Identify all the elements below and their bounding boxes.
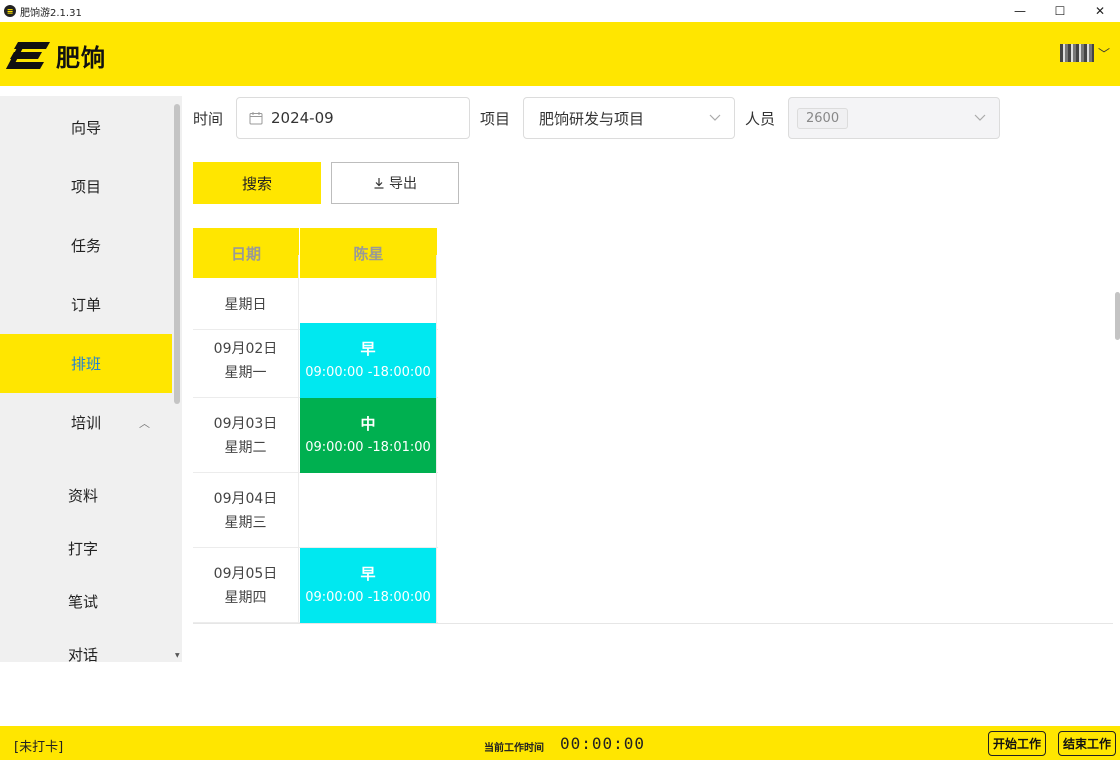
- user-menu[interactable]: ﹀: [1059, 44, 1110, 62]
- sidebar-item-label: 笔试: [67, 593, 98, 611]
- minimize-icon[interactable]: —: [1000, 0, 1040, 22]
- brand-name: 肥饷: [56, 44, 106, 72]
- shift-name: 中: [360, 414, 376, 433]
- export-button[interactable]: 导出: [331, 162, 459, 204]
- sidebar-subitem-materials[interactable]: 资料: [0, 469, 166, 522]
- calendar-icon: [249, 112, 263, 125]
- chevron-down-icon: ﹀: [1097, 46, 1110, 61]
- export-button-label: 导出: [389, 175, 417, 191]
- weekday-text: 星期二: [224, 439, 267, 456]
- table-row: 09月05日 星期四 早 09:00:00 -18:00:00: [193, 548, 438, 623]
- date-text: 09月02日: [213, 340, 278, 357]
- window-titlebar: ≡ 肥饷游2.1.31 — ☐ ✕: [0, 0, 1120, 22]
- table-row: 09月04日 星期三: [193, 473, 438, 548]
- window-controls: — ☐ ✕: [1000, 0, 1120, 22]
- month-picker[interactable]: 2024-09: [236, 97, 470, 139]
- sidebar-item-label: 打字: [67, 540, 98, 558]
- sidebar-item-schedule[interactable]: 排班: [0, 334, 172, 393]
- maximize-icon[interactable]: ☐: [1040, 0, 1080, 22]
- date-cell: 09月05日 星期四: [193, 548, 299, 623]
- date-cell: 09月03日 星期二: [193, 398, 299, 473]
- app-logo-icon: ≡: [4, 5, 16, 17]
- shift-time: 09:00:00 -18:00:00: [305, 589, 431, 605]
- sidebar-item-label: 项目: [70, 178, 101, 196]
- sidebar-subitem-typing[interactable]: 打字: [0, 522, 166, 575]
- weekday-text: 星期四: [224, 589, 267, 606]
- shift-time: 09:00:00 -18:00:00: [305, 364, 431, 380]
- table-row: 09月03日 星期二 中 09:00:00 -18:01:00: [193, 398, 438, 473]
- table-row: 星期日: [193, 255, 438, 330]
- sidebar-item-order[interactable]: 订单: [0, 275, 172, 334]
- sidebar-item-task[interactable]: 任务: [0, 216, 172, 275]
- weekday-text: 星期日: [224, 297, 267, 313]
- brand-logo-icon: [6, 41, 50, 69]
- sidebar-item-project[interactable]: 项目: [0, 157, 172, 216]
- sidebar-item-label: 培训: [70, 414, 101, 432]
- date-text: 09月05日: [213, 565, 278, 582]
- chevron-down-icon: [974, 114, 986, 121]
- person-tag: 2600: [797, 107, 849, 129]
- sidebar-item-label: 对话: [67, 646, 98, 662]
- main-scrollbar[interactable]: [1115, 280, 1120, 625]
- date-text: 09月03日: [213, 415, 278, 432]
- scrollbar-thumb[interactable]: [1115, 292, 1120, 340]
- person-select[interactable]: 2600: [788, 97, 1000, 139]
- shift-cell[interactable]: [300, 473, 437, 548]
- sidebar-item-training[interactable]: 培训 ︿: [0, 393, 172, 452]
- status-footer: [未打卡] 当前工作时间 00:00:00 开始工作 结束工作: [0, 726, 1120, 760]
- shift-cell[interactable]: 中 09:00:00 -18:01:00: [300, 398, 437, 473]
- project-select-value: 肥饷研发与项目: [539, 109, 645, 128]
- punch-status: [未打卡]: [14, 740, 64, 755]
- date-cell: 星期日: [193, 255, 299, 330]
- chevron-down-icon: [709, 114, 721, 121]
- sidebar-subitem-written-test[interactable]: 笔试: [0, 575, 166, 628]
- chevron-up-icon: ︿: [139, 416, 150, 430]
- current-work-time: 00:00:00: [560, 734, 646, 753]
- table-row: 09月02日 星期一 早 09:00:00 -18:00:00: [193, 323, 438, 398]
- sidebar-item-label: 订单: [70, 296, 101, 314]
- date-cell: 09月02日 星期一: [193, 323, 299, 398]
- window-title: 肥饷游2.1.31: [20, 7, 82, 19]
- close-icon[interactable]: ✕: [1080, 0, 1120, 22]
- date-text: 09月04日: [213, 490, 278, 507]
- sidebar-item-label: 任务: [70, 237, 101, 255]
- avatar: [1059, 44, 1094, 62]
- download-icon: [374, 178, 384, 189]
- shift-cell[interactable]: 早 09:00:00 -18:00:00: [300, 548, 437, 623]
- project-select[interactable]: 肥饷研发与项目: [523, 97, 735, 139]
- weekday-text: 星期三: [224, 514, 267, 531]
- month-picker-value: 2024-09: [271, 109, 334, 127]
- sidebar-item-label: 资料: [67, 487, 98, 505]
- shift-name: 早: [360, 339, 376, 358]
- search-button[interactable]: 搜索: [193, 162, 321, 204]
- sidebar-item-label: 排班: [70, 355, 101, 373]
- current-work-time-label: 当前工作时间: [484, 743, 544, 754]
- end-work-button[interactable]: 结束工作: [1058, 731, 1117, 756]
- sidebar-item-guide[interactable]: 向导: [0, 98, 172, 157]
- weekday-text: 星期一: [224, 364, 267, 381]
- sidebar-scrollbar[interactable]: [174, 104, 180, 404]
- time-label: 时间: [193, 110, 224, 128]
- shift-time: 09:00:00 -18:01:00: [305, 439, 431, 455]
- date-cell: 09月04日 星期三: [193, 473, 299, 548]
- sidebar: 向导 项目 任务 订单 排班 培训 ︿ 资料 打字 笔试 对话 ▼: [0, 96, 182, 662]
- sidebar-subitem-dialogue[interactable]: 对话: [0, 628, 166, 662]
- shift-cell[interactable]: 早 09:00:00 -18:00:00: [300, 323, 437, 398]
- app-header: 肥饷 ﹀: [0, 22, 1120, 86]
- person-label: 人员: [745, 110, 776, 128]
- start-work-button[interactable]: 开始工作: [988, 731, 1047, 756]
- shift-name: 早: [360, 564, 376, 583]
- scroll-down-arrow-icon[interactable]: ▼: [175, 652, 180, 659]
- brand-logo: 肥饷: [6, 38, 106, 73]
- schedule-table: 日期 陈星 星期日 09月02日 星期一 早 09:00:00 -18:00:0…: [193, 228, 1113, 624]
- sidebar-item-label: 向导: [70, 119, 101, 137]
- shift-cell[interactable]: [300, 255, 437, 330]
- project-label: 项目: [480, 110, 511, 128]
